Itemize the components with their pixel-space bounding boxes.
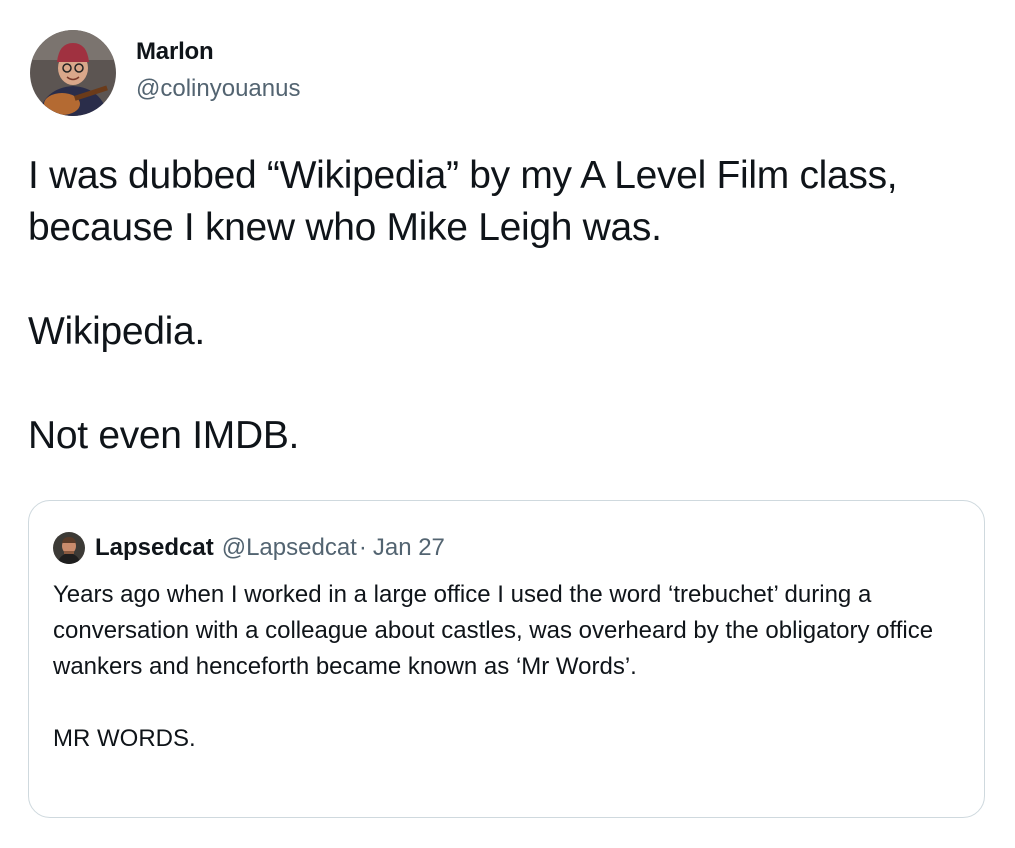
quoted-author-handle[interactable]: @Lapsedcat bbox=[222, 534, 357, 562]
header-separator: · bbox=[358, 534, 367, 561]
author-name[interactable]: Marlon bbox=[136, 38, 214, 66]
quoted-tweet-header: Lapsedcat @Lapsedcat · Jan 27 bbox=[53, 531, 445, 565]
tweet-text: I was dubbed “Wikipedia” by my A Level F… bbox=[28, 150, 1003, 462]
quoted-tweet-text: Years ago when I worked in a large offic… bbox=[53, 577, 953, 757]
author-handle[interactable]: @colinyouanus bbox=[136, 75, 300, 103]
quoted-tweet-card[interactable]: Lapsedcat @Lapsedcat · Jan 27 Years ago … bbox=[28, 500, 985, 818]
quoted-author-avatar[interactable] bbox=[53, 532, 85, 564]
tweet: Marlon @colinyouanus I was dubbed “Wikip… bbox=[0, 0, 1015, 848]
quoted-author-name[interactable]: Lapsedcat bbox=[95, 534, 214, 562]
quoted-tweet-paragraph: Years ago when I worked in a large offic… bbox=[53, 581, 934, 680]
quoted-tweet-date[interactable]: Jan 27 bbox=[373, 534, 445, 562]
tweet-paragraph: Wikipedia. bbox=[28, 310, 205, 353]
quoted-tweet-paragraph: MR WORDS. bbox=[53, 725, 196, 752]
tweet-paragraph: Not even IMDB. bbox=[28, 414, 300, 457]
tweet-paragraph: I was dubbed “Wikipedia” by my A Level F… bbox=[28, 154, 898, 249]
author-avatar[interactable] bbox=[30, 30, 116, 116]
